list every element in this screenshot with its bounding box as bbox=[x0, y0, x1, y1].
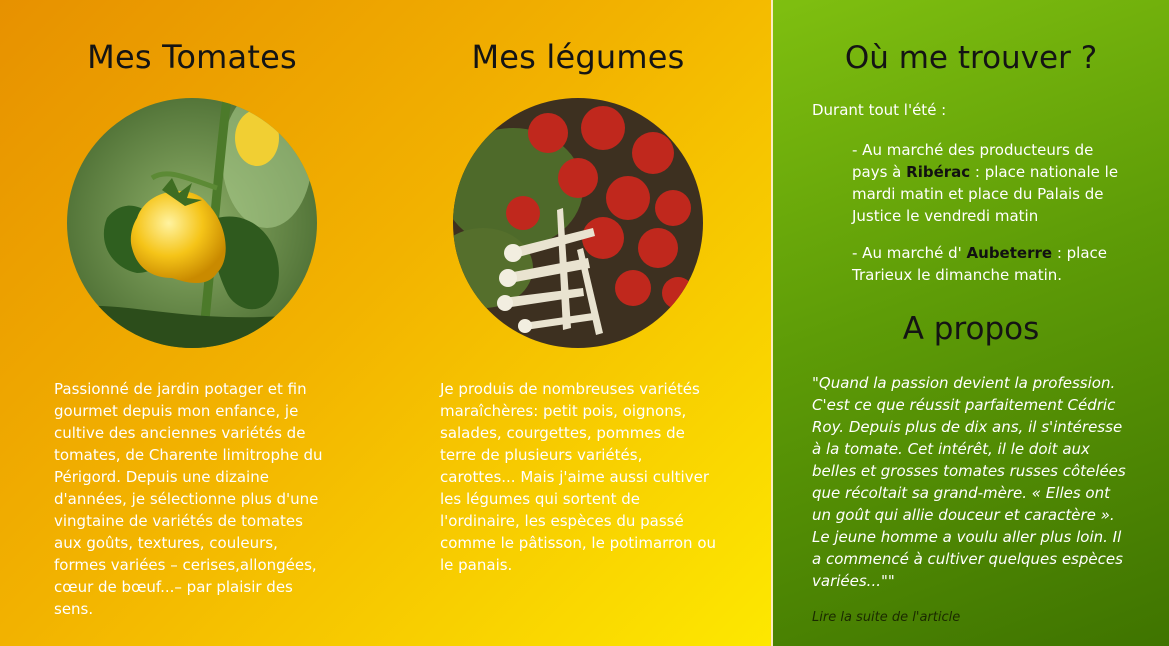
vegetables-text: Je produis de nombreuses variétés maraîc… bbox=[440, 380, 717, 574]
tomatoes-title: Mes Tomates bbox=[87, 38, 297, 76]
market-place-name: Ribérac bbox=[906, 163, 971, 181]
market-place-name: Aubeterre bbox=[966, 244, 1053, 262]
read-more-link[interactable]: Lire la suite de l'article bbox=[812, 610, 960, 625]
vegetables-photo bbox=[453, 98, 703, 348]
left-panel: Mes Tomates Passionné de jardin potager … bbox=[0, 0, 771, 646]
location-intro: Durant tout l'été : bbox=[812, 101, 947, 119]
location-title: Où me trouver ? bbox=[844, 40, 1098, 76]
about-quote: "Quand la passion devient la profession.… bbox=[812, 374, 1126, 590]
tomatoes-text: Passionné de jardin potager et fin gourm… bbox=[54, 380, 323, 618]
market-entry-riberac: - Au marché des producteurs de pays à Ri… bbox=[852, 139, 1122, 227]
vegetables-title: Mes légumes bbox=[471, 38, 685, 76]
market-entry-prefix: - Au marché d' bbox=[852, 244, 967, 262]
market-entry-aubeterre: - Au marché d' Aubeterre : place Trarieu… bbox=[852, 242, 1122, 286]
tomato-photo bbox=[67, 98, 317, 348]
right-panel: Où me trouver ? Durant tout l'été : - Au… bbox=[773, 0, 1169, 646]
about-title: A propos bbox=[902, 311, 1040, 347]
